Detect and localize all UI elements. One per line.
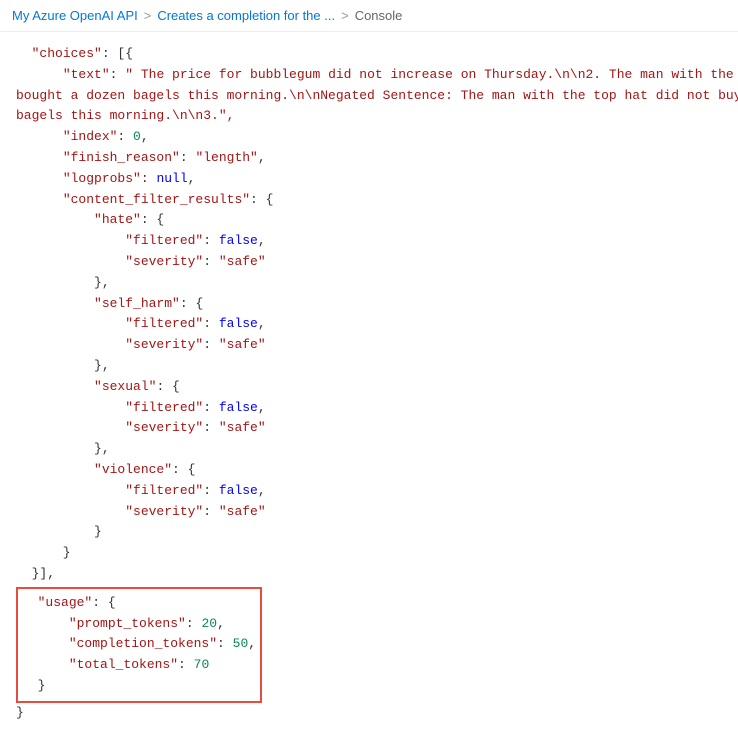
code-line-sex-close: }, [16, 439, 722, 460]
breadcrumb-sep2: > [341, 8, 349, 23]
code-line-logprobs: "logprobs": null, [16, 169, 722, 190]
code-line-violence: "violence": { [16, 460, 722, 481]
code-line-choices: "choices": [{ [16, 44, 722, 65]
code-line-completion-tokens: "completion_tokens": 50, [18, 634, 260, 655]
code-line-cfr: "content_filter_results": { [16, 190, 722, 211]
breadcrumb: My Azure OpenAI API > Creates a completi… [0, 0, 738, 32]
code-line-usage-close: } [18, 676, 260, 697]
code-line-usage: "usage": { [18, 593, 260, 614]
code-line-self-harm: "self_harm": { [16, 294, 722, 315]
code-line-index: "index": 0, [16, 127, 722, 148]
code-line-cfr-close: } [16, 543, 722, 564]
code-line-prompt-tokens: "prompt_tokens": 20, [18, 614, 260, 635]
code-line-sh-close: }, [16, 356, 722, 377]
code-line-sh-filtered: "filtered": false, [16, 314, 722, 335]
code-line-vio-severity: "severity": "safe" [16, 502, 722, 523]
code-line-hate-close: }, [16, 273, 722, 294]
breadcrumb-part2[interactable]: Creates a completion for the ... [157, 8, 335, 23]
code-container: "choices": [{ "text": " The price for bu… [0, 32, 738, 736]
code-line-vio-close: } [16, 522, 722, 543]
code-line-finish: "finish_reason": "length", [16, 148, 722, 169]
code-line-text3: bagels this morning.\n\n3.", [16, 106, 722, 127]
code-line-total-tokens: "total_tokens": 70 [18, 655, 260, 676]
code-line-sexual: "sexual": { [16, 377, 722, 398]
code-line-root-close: } [16, 703, 722, 724]
code-line-text: "text": " The price for bubblegum did no… [16, 65, 722, 86]
code-line-hate-filtered: "filtered": false, [16, 231, 722, 252]
code-line-choices-close: }], [16, 564, 722, 585]
usage-highlight-box: "usage": { "prompt_tokens": 20, "complet… [16, 587, 262, 703]
breadcrumb-part3: Console [355, 8, 403, 23]
breadcrumb-sep1: > [144, 8, 152, 23]
breadcrumb-part1[interactable]: My Azure OpenAI API [12, 8, 138, 23]
code-line-sex-severity: "severity": "safe" [16, 418, 722, 439]
code-line-vio-filtered: "filtered": false, [16, 481, 722, 502]
code-line-text2: bought a dozen bagels this morning.\n\nN… [16, 86, 722, 107]
code-line-sex-filtered: "filtered": false, [16, 398, 722, 419]
code-line-sh-severity: "severity": "safe" [16, 335, 722, 356]
code-line-hate-severity: "severity": "safe" [16, 252, 722, 273]
code-line-hate: "hate": { [16, 210, 722, 231]
